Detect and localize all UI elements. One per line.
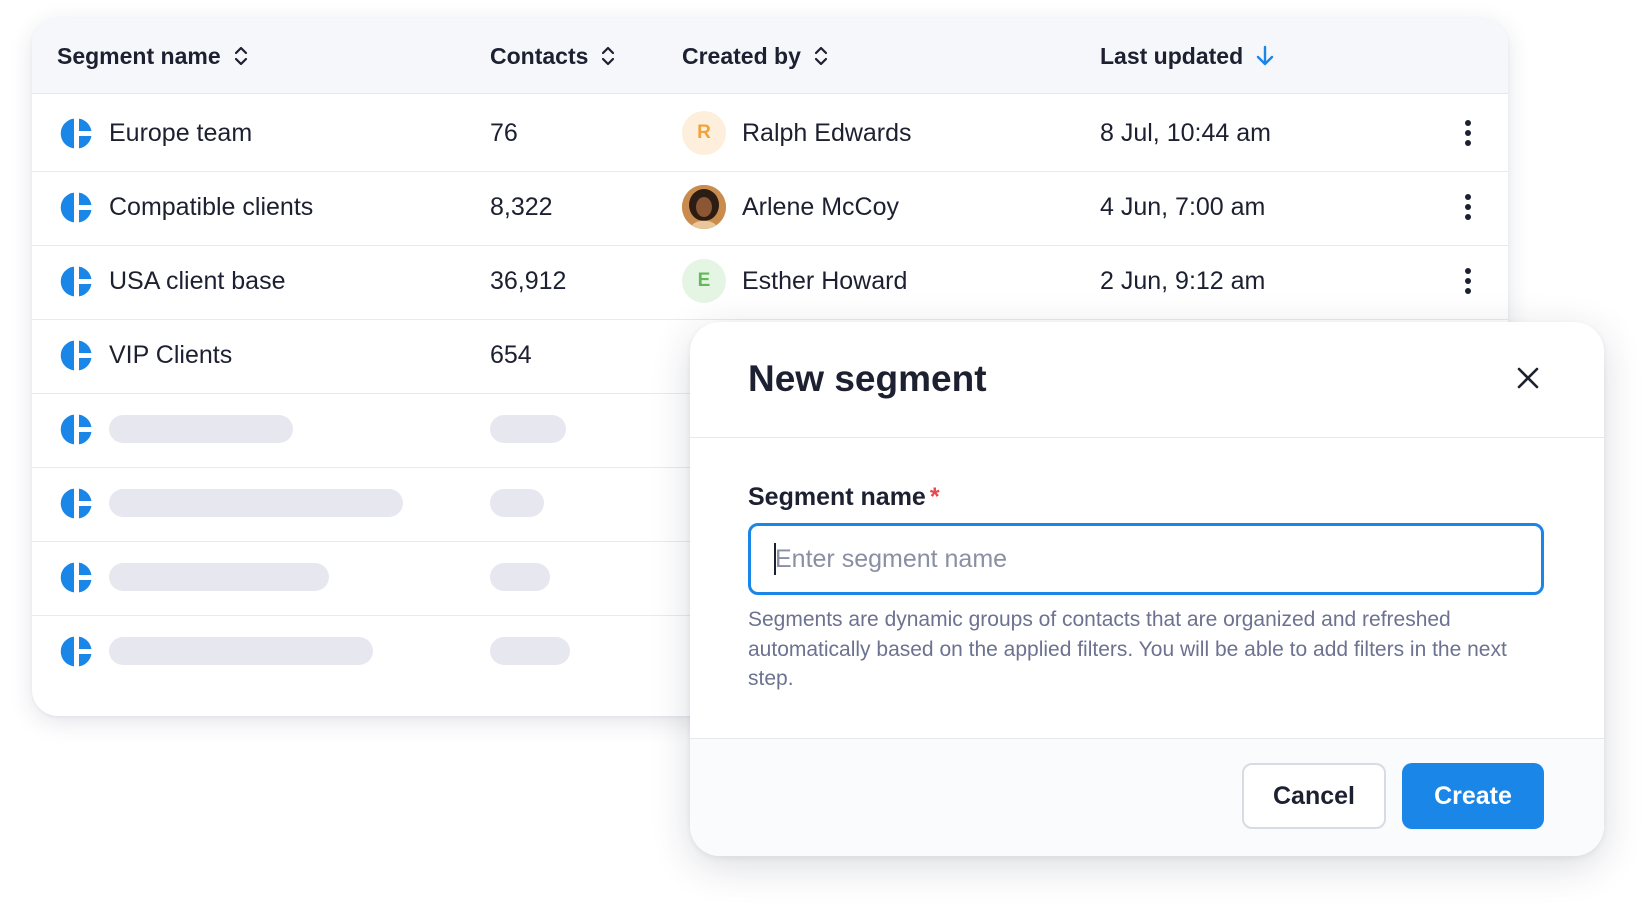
segment-name[interactable]: USA client base xyxy=(109,267,286,296)
arrow-down-icon xyxy=(1255,44,1275,68)
contacts-count: 76 xyxy=(490,118,518,147)
last-updated: 4 Jun, 7:00 am xyxy=(1100,192,1266,221)
contacts-cell xyxy=(490,612,570,690)
sort-updown-icon xyxy=(600,45,616,67)
segment-name-cell: VIP Clients xyxy=(60,316,232,394)
segment-pie-icon xyxy=(60,339,93,372)
segment-name-label: Segment name * xyxy=(748,483,940,512)
kebab-menu-icon[interactable] xyxy=(1464,168,1472,246)
skeleton-placeholder xyxy=(109,489,403,517)
create-button[interactable]: Create xyxy=(1402,763,1544,829)
contacts-count: 36,912 xyxy=(490,266,567,295)
skeleton-placeholder xyxy=(109,563,329,591)
cancel-button[interactable]: Cancel xyxy=(1242,763,1386,829)
kebab-menu-icon[interactable] xyxy=(1464,94,1472,172)
created-by-cell: Arlene McCoy xyxy=(682,168,899,246)
created-by-cell: R Ralph Edwards xyxy=(682,94,912,172)
segment-name-cell: Europe team xyxy=(60,94,252,172)
column-header-last-updated[interactable]: Last updated xyxy=(1100,18,1275,94)
avatar xyxy=(682,185,726,229)
contacts-cell xyxy=(490,538,550,616)
segment-pie-icon xyxy=(60,191,93,224)
segment-pie-icon xyxy=(60,635,93,668)
text-caret xyxy=(774,543,776,575)
segment-name[interactable]: Compatible clients xyxy=(109,193,313,222)
segment-pie-icon xyxy=(60,265,93,298)
table-row[interactable]: Compatible clients 8,322 Arlene McCoy 4 … xyxy=(32,168,1508,246)
close-icon xyxy=(1516,366,1540,395)
segment-pie-icon xyxy=(60,561,93,594)
column-header-label: Created by xyxy=(682,42,801,69)
table-row[interactable]: USA client base 36,912 E Esther Howard 2… xyxy=(32,242,1508,320)
creator-name: Arlene McCoy xyxy=(742,192,899,221)
column-header-created-by[interactable]: Created by xyxy=(682,18,829,94)
helper-text: Segments are dynamic groups of contacts … xyxy=(748,608,1507,690)
created-by-cell: E Esther Howard xyxy=(682,242,907,320)
creator-name: Ralph Edwards xyxy=(742,118,912,147)
last-updated: 2 Jun, 9:12 am xyxy=(1100,266,1266,295)
dialog-footer: Cancel Create xyxy=(690,738,1604,856)
column-header-label: Last updated xyxy=(1100,42,1244,69)
column-header-label: Segment name xyxy=(57,42,221,69)
segment-pie-icon xyxy=(60,487,93,520)
segment-pie-icon xyxy=(60,117,93,150)
new-segment-dialog: New segment Segment name* Segments are d… xyxy=(690,322,1604,856)
segment-name-cell: Compatible clients xyxy=(60,168,313,246)
contacts-cell xyxy=(490,390,566,468)
segment-name-cell xyxy=(60,390,293,468)
close-button[interactable] xyxy=(1506,358,1550,402)
segment-name-cell xyxy=(60,612,373,690)
skeleton-placeholder xyxy=(490,489,544,517)
required-asterisk: * xyxy=(929,483,940,511)
skeleton-placeholder xyxy=(490,563,550,591)
sort-updown-icon xyxy=(813,45,829,67)
segment-name-input[interactable] xyxy=(748,523,1544,595)
column-header-label: Contacts xyxy=(490,42,589,69)
kebab-menu-icon[interactable] xyxy=(1464,242,1472,320)
skeleton-placeholder xyxy=(490,637,570,665)
segment-name-cell xyxy=(60,538,329,616)
field-label-text: Segment name xyxy=(748,483,926,511)
last-updated: 8 Jul, 10:44 am xyxy=(1100,118,1271,147)
contacts-count: 654 xyxy=(490,340,532,369)
creator-name: Esther Howard xyxy=(742,266,908,295)
skeleton-placeholder xyxy=(109,415,293,443)
segment-name-cell xyxy=(60,464,403,542)
dialog-title: New segment xyxy=(748,358,987,399)
segment-name-cell: USA client base xyxy=(60,242,286,320)
contacts-cell xyxy=(490,464,544,542)
sort-updown-icon xyxy=(233,45,249,67)
avatar: E xyxy=(682,259,726,303)
contacts-count: 8,322 xyxy=(490,192,553,221)
segment-pie-icon xyxy=(60,413,93,446)
segment-name[interactable]: VIP Clients xyxy=(109,341,232,370)
skeleton-placeholder xyxy=(490,415,566,443)
skeleton-placeholder xyxy=(109,637,373,665)
table-header: Segment name Contacts Created by Last up… xyxy=(32,18,1508,94)
dialog-header: New segment xyxy=(690,322,1604,438)
segment-name[interactable]: Europe team xyxy=(109,119,252,148)
table-row[interactable]: Europe team 76 R Ralph Edwards 8 Jul, 10… xyxy=(32,94,1508,172)
column-header-contacts[interactable]: Contacts xyxy=(490,18,616,94)
column-header-segment-name[interactable]: Segment name xyxy=(57,18,249,94)
avatar: R xyxy=(682,111,726,155)
